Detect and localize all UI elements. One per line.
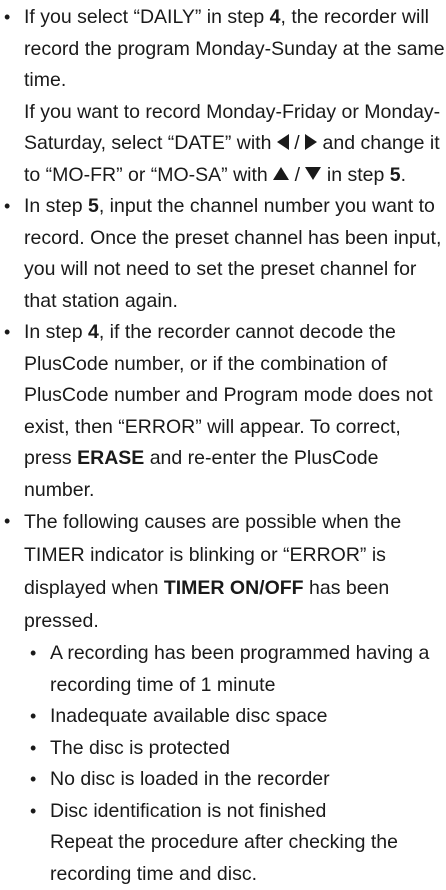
step-number: 4 <box>270 6 281 28</box>
bullet-marker: • <box>4 506 10 538</box>
timer-button-name: TIMER ON/OFF <box>164 577 304 599</box>
step-number: 4 <box>88 321 99 343</box>
left-triangle-icon <box>277 134 289 150</box>
cause-item: • Disc identification is not finished Re… <box>24 796 446 890</box>
bullet-marker: • <box>30 764 36 796</box>
note-pluscode-text: In step 4, if the recorder cannot decode… <box>24 317 446 506</box>
bullet-marker: • <box>4 317 10 349</box>
up-triangle-icon <box>273 167 289 180</box>
bullet-marker: • <box>30 733 36 765</box>
instruction-page: • If you select “DAILY” in step 4, the r… <box>0 0 446 807</box>
closing-text: Repeat the procedure after checking the … <box>50 827 446 890</box>
note-pluscode-error: • In step 4, if the recorder cannot deco… <box>0 317 446 506</box>
note-timer-text: The following causes are possible when t… <box>24 506 446 638</box>
cause-item: • A recording has been programmed having… <box>24 638 446 701</box>
right-triangle-icon <box>305 134 317 150</box>
note-weekday-text: If you want to record Monday-Friday or M… <box>24 97 446 192</box>
bullet-marker: • <box>30 701 36 733</box>
step-number: 5 <box>88 195 99 217</box>
cause-text: No disc is loaded in the recorder <box>50 764 446 796</box>
bullet-marker: • <box>4 2 10 34</box>
cause-text: A recording has been programmed having a… <box>50 638 446 701</box>
note-channel-number: • In step 5, input the channel number yo… <box>0 191 446 317</box>
cause-text: The disc is protected <box>50 733 446 765</box>
cause-text: Inadequate available disc space <box>50 701 446 733</box>
cause-item: • No disc is loaded in the recorder <box>24 764 446 796</box>
bullet-marker: • <box>30 638 36 670</box>
step-number: 5 <box>390 164 401 186</box>
bullet-marker: • <box>4 191 10 223</box>
cause-item: • The disc is protected <box>24 733 446 765</box>
note-timer-causes: • The following causes are possible when… <box>0 506 446 638</box>
note-channel-text: In step 5, input the channel number you … <box>24 191 446 317</box>
cause-item: • Inadequate available disc space <box>24 701 446 733</box>
bullet-marker: • <box>30 796 36 828</box>
down-triangle-icon <box>305 167 321 180</box>
note-daily-text: If you select “DAILY” in step 4, the rec… <box>24 2 446 97</box>
cause-text: Disc identification is not finished <box>50 796 446 828</box>
note-daily-recording: • If you select “DAILY” in step 4, the r… <box>0 2 446 191</box>
erase-button-name: ERASE <box>77 447 144 469</box>
